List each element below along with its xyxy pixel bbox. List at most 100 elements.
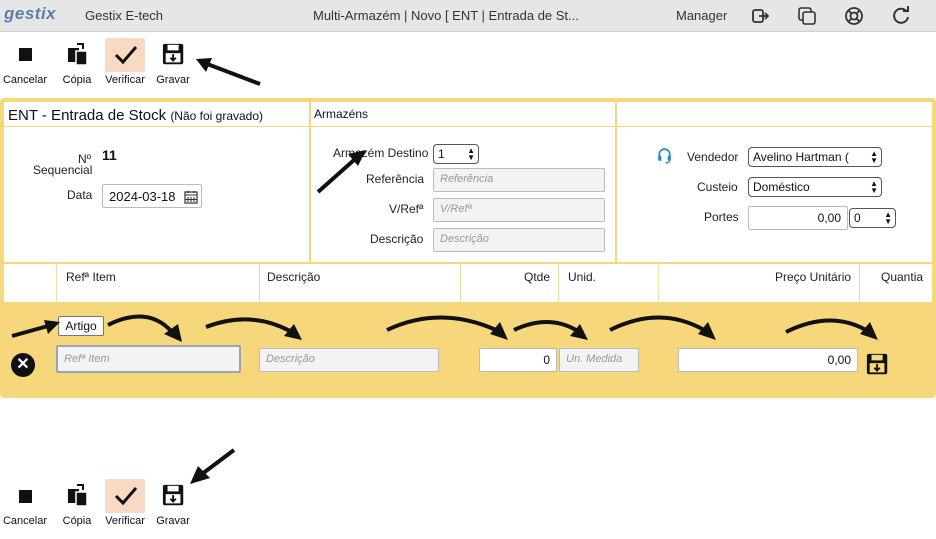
cancel-button[interactable]: Cancelar xyxy=(3,38,47,86)
vref-input[interactable]: V/Refª xyxy=(433,198,605,222)
help-icon[interactable] xyxy=(844,6,864,26)
column-header-amount: Quantia xyxy=(881,270,924,284)
reference-input[interactable]: Referência xyxy=(433,168,605,192)
cancel-button-bottom[interactable]: Cancelar xyxy=(3,479,47,527)
gestix-logo[interactable]: gestix xyxy=(4,4,56,24)
warehouses-heading: Armazéns xyxy=(314,107,369,121)
updown-icon: ▲ ▼ xyxy=(870,179,878,195)
unit-price-value: 0,00 xyxy=(827,353,851,367)
refresh-icon[interactable] xyxy=(891,6,911,26)
workflow-arrows xyxy=(107,314,878,342)
seq-label-2: Sequencial xyxy=(33,163,93,177)
date-field[interactable]: 2024-03-18 xyxy=(102,184,202,208)
description-label: Descrição xyxy=(370,232,424,246)
verify-label: Verificar xyxy=(105,515,145,527)
headset-icon xyxy=(658,148,671,164)
shipping-select-value: 0 xyxy=(854,211,861,225)
dest-warehouse-value: 1 xyxy=(438,147,445,161)
save-label: Gravar xyxy=(156,515,190,527)
unit-placeholder: Un. Medida xyxy=(566,353,623,365)
unit-input[interactable]: Un. Medida xyxy=(559,348,639,372)
description-input[interactable]: Descrição xyxy=(433,228,605,252)
checkmark-icon xyxy=(114,46,138,65)
costing-select[interactable]: Doméstico ▲ ▼ xyxy=(748,177,882,197)
windows-icon[interactable] xyxy=(797,6,817,26)
column-divider xyxy=(56,264,57,302)
stop-icon xyxy=(19,490,32,503)
date-label: Data xyxy=(67,188,93,202)
column-divider xyxy=(460,264,461,302)
verify-button[interactable]: Verificar xyxy=(104,38,146,86)
copy-label: Cópia xyxy=(62,74,92,86)
seller-label: Vendedor xyxy=(687,150,739,164)
unit-price-input[interactable]: 0,00 xyxy=(678,348,858,372)
checkmark-icon xyxy=(114,487,138,506)
save-button[interactable]: Gravar xyxy=(152,38,194,86)
document-title-text: ENT - Entrada de Stock xyxy=(8,107,167,124)
logout-icon[interactable] xyxy=(750,6,770,26)
seller-select[interactable]: Avelino Hartman ( ▲ ▼ xyxy=(748,147,882,167)
reference-placeholder: Referência xyxy=(440,173,494,185)
save-button-bottom[interactable]: Gravar xyxy=(152,479,194,527)
copy-button-bottom[interactable]: Cópia xyxy=(56,479,98,527)
quantity-input[interactable]: 0 xyxy=(479,348,557,372)
item-ref-placeholder: Refª Item xyxy=(64,353,110,365)
stop-icon xyxy=(19,48,32,61)
section-divider xyxy=(615,102,617,262)
column-divider xyxy=(859,264,860,302)
costing-value: Doméstico xyxy=(753,180,810,194)
vref-placeholder: V/Refª xyxy=(440,203,472,215)
shipping-input[interactable]: 0,00 xyxy=(748,206,848,230)
cancel-label: Cancelar xyxy=(2,74,48,86)
save-line-icon[interactable] xyxy=(866,353,890,377)
updown-icon: ▲ ▼ xyxy=(467,146,475,162)
annotation-arrow xyxy=(190,448,236,484)
updown-icon: ▲ ▼ xyxy=(870,149,878,165)
floppy-save-icon xyxy=(162,484,184,506)
costing-label: Custeio xyxy=(697,180,738,194)
annotation-arrow xyxy=(316,150,366,194)
dest-warehouse-select[interactable]: 1 ▲ ▼ xyxy=(433,144,479,164)
shipping-label: Portes xyxy=(704,210,739,224)
app-root: gestix Gestix E-tech Multi-Armazém | Nov… xyxy=(0,0,936,539)
seq-value: 11 xyxy=(102,147,117,163)
column-header-unit: Unid. xyxy=(568,270,597,284)
copy-label: Cópia xyxy=(62,515,92,527)
line-description-placeholder: Descrição xyxy=(266,353,315,365)
column-header-qty: Qtde xyxy=(524,270,551,284)
document-title: ENT - Entrada de Stock (Não foi gravado) xyxy=(8,107,263,124)
document-form: ENT - Entrada de Stock (Não foi gravado)… xyxy=(4,102,932,302)
column-divider xyxy=(658,264,659,302)
updown-icon: ▲ ▼ xyxy=(884,210,892,226)
calendar-icon[interactable] xyxy=(184,190,198,204)
cancel-label: Cancelar xyxy=(2,515,48,527)
quantity-value: 0 xyxy=(543,353,550,367)
window-title: Multi-Armazém | Novo [ ENT | Entrada de … xyxy=(313,8,579,23)
date-value: 2024-03-18 xyxy=(109,189,176,204)
column-header-unit-price: Preço Unitário xyxy=(775,270,852,284)
column-header-description: Descrição xyxy=(267,270,321,284)
shipping-value: 0,00 xyxy=(817,211,841,225)
floppy-save-icon xyxy=(162,43,184,65)
column-divider xyxy=(259,264,260,302)
section-divider xyxy=(309,102,311,262)
annotation-arrow xyxy=(196,58,261,86)
clear-row-icon[interactable]: ✕ xyxy=(11,353,35,377)
column-header-item-ref: Refª Item xyxy=(66,270,116,284)
reference-label: Referência xyxy=(366,172,425,186)
grid-header-divider xyxy=(4,262,932,264)
document-status: (Não foi gravado) xyxy=(170,109,264,123)
copy-icon xyxy=(68,484,88,507)
vref-label: V/Refª xyxy=(389,202,424,216)
verify-button-bottom[interactable]: Verificar xyxy=(104,479,146,527)
column-divider xyxy=(558,264,559,302)
user-name[interactable]: Manager xyxy=(676,8,727,23)
line-description-input[interactable]: Descrição xyxy=(259,348,439,372)
copy-button[interactable]: Cópia xyxy=(56,38,98,86)
header-divider xyxy=(4,126,932,127)
verify-label: Verificar xyxy=(105,74,145,86)
seller-value: Avelino Hartman ( xyxy=(753,150,849,164)
description-placeholder: Descrição xyxy=(440,233,489,245)
top-bar: gestix Gestix E-tech Multi-Armazém | Nov… xyxy=(0,0,936,32)
shipping-select[interactable]: 0 ▲ ▼ xyxy=(849,208,896,228)
